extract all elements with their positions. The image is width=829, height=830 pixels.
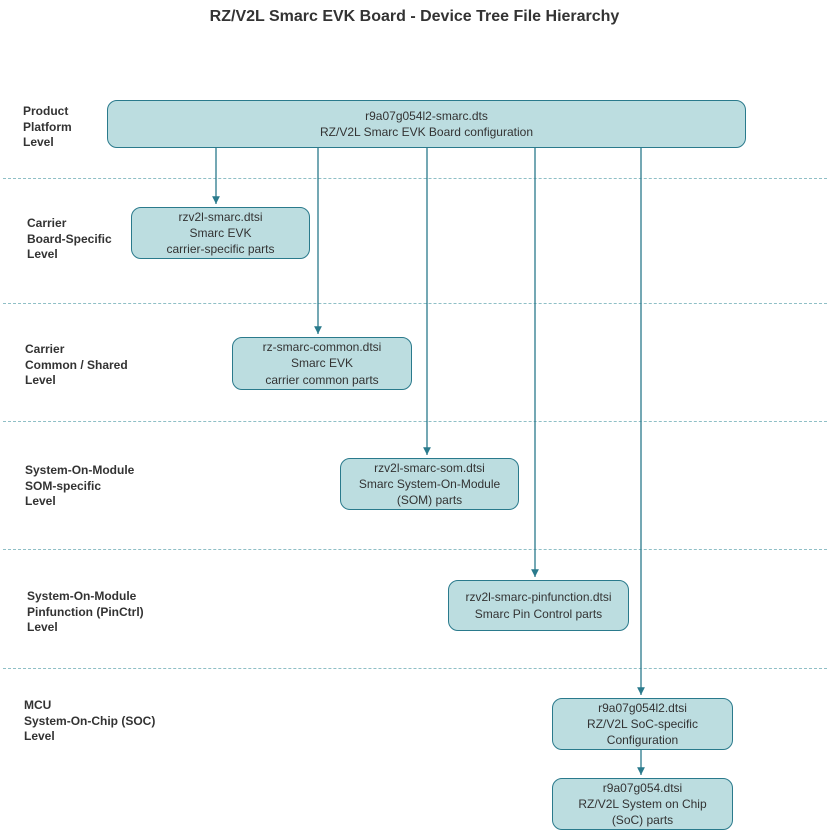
node-soc-specific-file: r9a07g054l2.dtsi bbox=[587, 700, 698, 716]
node-soc-parts-file: r9a07g054.dtsi bbox=[578, 780, 706, 796]
node-soc-parts-desc1: RZ/V2L System on Chip bbox=[578, 796, 706, 812]
divider-2 bbox=[3, 303, 827, 304]
diagram-canvas: RZ/V2L Smarc EVK Board - Device Tree Fil… bbox=[0, 0, 829, 830]
node-product-dts-file: r9a07g054l2-smarc.dts bbox=[320, 108, 533, 124]
level-label-carrier-common: Carrier Common / Shared Level bbox=[25, 342, 128, 389]
node-som: rzv2l-smarc-som.dtsi Smarc System-On-Mod… bbox=[340, 458, 519, 510]
level-label-som-specific: System-On-Module SOM-specific Level bbox=[25, 463, 134, 510]
node-pinfunction-file: rzv2l-smarc-pinfunction.dtsi bbox=[465, 589, 611, 605]
node-som-file: rzv2l-smarc-som.dtsi bbox=[359, 460, 500, 476]
node-product-dts-desc: RZ/V2L Smarc EVK Board configuration bbox=[320, 124, 533, 140]
node-som-desc1: Smarc System-On-Module bbox=[359, 476, 500, 492]
node-soc-specific-desc2: Configuration bbox=[587, 732, 698, 748]
node-soc-parts-desc2: (SoC) parts bbox=[578, 812, 706, 828]
node-product-dts: r9a07g054l2-smarc.dts RZ/V2L Smarc EVK B… bbox=[107, 100, 746, 148]
node-carrier-specific-file: rzv2l-smarc.dtsi bbox=[166, 209, 274, 225]
level-label-product: Product Platform Level bbox=[23, 104, 72, 151]
diagram-title: RZ/V2L Smarc EVK Board - Device Tree Fil… bbox=[0, 8, 829, 26]
divider-3 bbox=[3, 421, 827, 422]
node-soc-parts: r9a07g054.dtsi RZ/V2L System on Chip (So… bbox=[552, 778, 733, 830]
node-carrier-common-desc2: carrier common parts bbox=[263, 372, 382, 388]
node-carrier-specific-desc2: carrier-specific parts bbox=[166, 241, 274, 257]
node-soc-specific: r9a07g054l2.dtsi RZ/V2L SoC-specific Con… bbox=[552, 698, 733, 750]
level-label-som-pinctrl: System-On-Module Pinfunction (PinCtrl) L… bbox=[27, 589, 144, 636]
divider-5 bbox=[3, 668, 827, 669]
node-carrier-specific: rzv2l-smarc.dtsi Smarc EVK carrier-speci… bbox=[131, 207, 310, 259]
node-som-desc2: (SOM) parts bbox=[359, 492, 500, 508]
divider-1 bbox=[3, 178, 827, 179]
level-label-carrier-specific: Carrier Board-Specific Level bbox=[27, 216, 112, 263]
node-carrier-common: rz-smarc-common.dtsi Smarc EVK carrier c… bbox=[232, 337, 412, 390]
node-carrier-common-file: rz-smarc-common.dtsi bbox=[263, 339, 382, 355]
level-label-mcu-soc: MCU System-On-Chip (SOC) Level bbox=[24, 698, 155, 745]
node-carrier-common-desc1: Smarc EVK bbox=[263, 355, 382, 371]
node-pinfunction: rzv2l-smarc-pinfunction.dtsi Smarc Pin C… bbox=[448, 580, 629, 631]
node-carrier-specific-desc1: Smarc EVK bbox=[166, 225, 274, 241]
node-soc-specific-desc1: RZ/V2L SoC-specific bbox=[587, 716, 698, 732]
node-pinfunction-desc: Smarc Pin Control parts bbox=[465, 606, 611, 622]
divider-4 bbox=[3, 549, 827, 550]
